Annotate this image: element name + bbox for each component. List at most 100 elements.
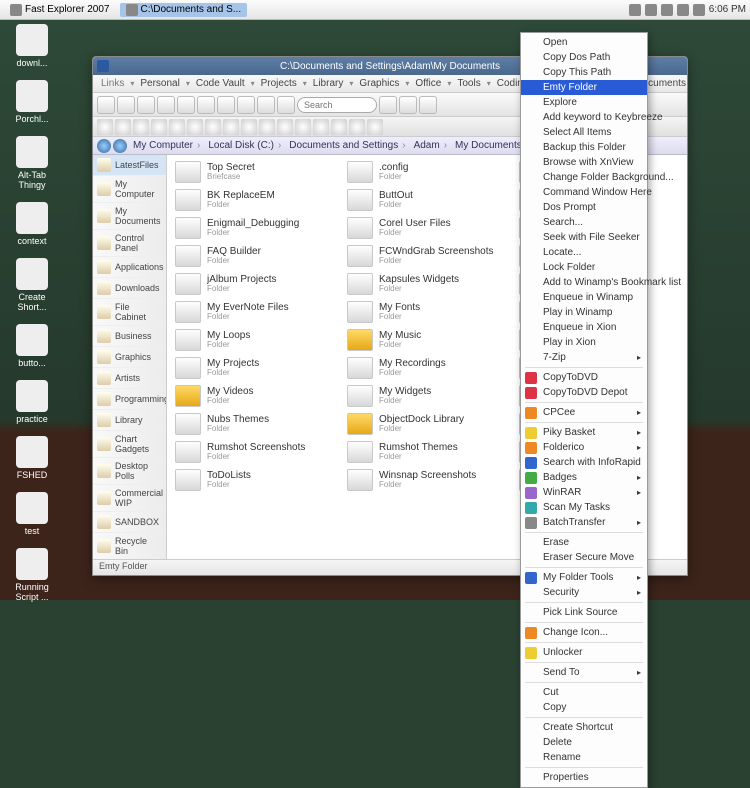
tool-icon[interactable]	[295, 119, 311, 135]
tool-icon[interactable]	[115, 119, 131, 135]
desktop-icon[interactable]: practice	[4, 380, 60, 424]
breadcrumb-item[interactable]: Local Disk (C:)	[204, 140, 285, 151]
tray-icon[interactable]	[677, 4, 689, 16]
sidebar-item[interactable]: Business	[93, 326, 166, 347]
taskbar-app[interactable]: C:\Documents and S...	[120, 3, 248, 17]
context-menu-item[interactable]: Emty Folder	[521, 80, 647, 95]
sidebar-item[interactable]: File Cabinet	[93, 299, 166, 326]
folder-item[interactable]: Rumshot ThemesFolder	[345, 439, 509, 465]
folder-item[interactable]: Kapsules WidgetsFolder	[345, 271, 509, 297]
context-menu-item[interactable]: BatchTransfer	[521, 515, 647, 530]
sidebar-item[interactable]: SANDBOX	[93, 512, 166, 533]
context-menu-item[interactable]: Search...	[521, 215, 647, 230]
tool-icon[interactable]	[241, 119, 257, 135]
context-menu-item[interactable]: Dos Prompt	[521, 200, 647, 215]
context-menu-item[interactable]: Explore	[521, 95, 647, 110]
folder-item[interactable]: .configFolder	[345, 159, 509, 185]
sidebar-item[interactable]: Control Panel	[93, 230, 166, 257]
context-menu-item[interactable]: 7-Zip	[521, 350, 647, 365]
context-menu-item[interactable]: Eraser Secure Move	[521, 550, 647, 565]
tray-icon[interactable]	[693, 4, 705, 16]
folder-item[interactable]: BK ReplaceEMFolder	[173, 187, 337, 213]
folder-item[interactable]: jAlbum ProjectsFolder	[173, 271, 337, 297]
toolbar-button[interactable]	[217, 96, 235, 114]
folder-item[interactable]: My MusicFolder	[345, 327, 509, 353]
toolbar-button[interactable]	[177, 96, 195, 114]
desktop-icon[interactable]: Running Script ...	[4, 548, 60, 602]
context-menu-item[interactable]: Add to Winamp's Bookmark list	[521, 275, 647, 290]
toolbar-button[interactable]	[379, 96, 397, 114]
tool-icon[interactable]	[223, 119, 239, 135]
tool-icon[interactable]	[277, 119, 293, 135]
context-menu-item[interactable]: Select All Items	[521, 125, 647, 140]
context-menu-item[interactable]: My Folder Tools	[521, 570, 647, 585]
context-menu-item[interactable]: CopyToDVD Depot	[521, 385, 647, 400]
folder-item[interactable]: Top SecretBriefcase	[173, 159, 337, 185]
tool-icon[interactable]	[151, 119, 167, 135]
desktop-icon[interactable]: Porchl...	[4, 80, 60, 124]
tool-icon[interactable]	[97, 119, 113, 135]
tool-icon[interactable]	[259, 119, 275, 135]
desktop-icon[interactable]: Create Short...	[4, 258, 60, 312]
folder-item[interactable]: My EverNote FilesFolder	[173, 299, 337, 325]
desktop-icon[interactable]: butto...	[4, 324, 60, 368]
context-menu-item[interactable]: Enqueue in Winamp	[521, 290, 647, 305]
context-menu-item[interactable]: Pick Link Source	[521, 605, 647, 620]
folder-item[interactable]: Corel User FilesFolder	[345, 215, 509, 241]
context-menu-item[interactable]: Copy This Path	[521, 65, 647, 80]
tool-icon[interactable]	[367, 119, 383, 135]
sidebar-item[interactable]: My Documents	[93, 203, 166, 230]
desktop-icon[interactable]: context	[4, 202, 60, 246]
context-menu-item[interactable]: WinRAR	[521, 485, 647, 500]
sidebar-item[interactable]: Chart Gadgets	[93, 431, 166, 458]
context-menu-item[interactable]: Cut	[521, 685, 647, 700]
desktop-icon[interactable]: Alt-Tab Thingy	[4, 136, 60, 190]
tool-icon[interactable]	[133, 119, 149, 135]
sidebar-item[interactable]: Programming	[93, 389, 166, 410]
context-menu-item[interactable]: Erase	[521, 535, 647, 550]
context-menu-item[interactable]: Delete	[521, 735, 647, 750]
toolbar-button[interactable]	[137, 96, 155, 114]
nav-forward-button[interactable]	[113, 139, 127, 153]
toolbar-button[interactable]	[277, 96, 295, 114]
tool-icon[interactable]	[331, 119, 347, 135]
context-menu-item[interactable]: Copy Dos Path	[521, 50, 647, 65]
folder-item[interactable]: My VideosFolder	[173, 383, 337, 409]
context-menu-item[interactable]: Folderico	[521, 440, 647, 455]
linkbar-item[interactable]: Library	[309, 78, 348, 89]
context-menu-item[interactable]: Send To	[521, 665, 647, 680]
sidebar-item[interactable]: Downloads	[93, 278, 166, 299]
folder-item[interactable]: My WidgetsFolder	[345, 383, 509, 409]
context-menu-item[interactable]: Rename	[521, 750, 647, 765]
breadcrumb-item[interactable]: My Computer	[129, 140, 204, 151]
tray-icon[interactable]	[629, 4, 641, 16]
linkbar-item[interactable]: Tools	[453, 78, 484, 89]
folder-item[interactable]: FAQ BuilderFolder	[173, 243, 337, 269]
context-menu-item[interactable]: Search with InfoRapid	[521, 455, 647, 470]
folder-item[interactable]: Winsnap ScreenshotsFolder	[345, 467, 509, 493]
sidebar-item[interactable]: Recycle Bin	[93, 533, 166, 559]
linkbar-item[interactable]: Graphics	[355, 78, 403, 89]
context-menu-item[interactable]: Scan My Tasks	[521, 500, 647, 515]
toolbar-button[interactable]	[257, 96, 275, 114]
context-menu-item[interactable]: Change Folder Background...	[521, 170, 647, 185]
context-menu-item[interactable]: Unlocker	[521, 645, 647, 660]
context-menu-item[interactable]: Add keyword to Keybreeze	[521, 110, 647, 125]
linkbar-item[interactable]: Projects	[257, 78, 301, 89]
folder-item[interactable]: ButtOutFolder	[345, 187, 509, 213]
context-menu-item[interactable]: Command Window Here	[521, 185, 647, 200]
context-menu-item[interactable]: Lock Folder	[521, 260, 647, 275]
nav-back-button[interactable]	[97, 139, 111, 153]
context-menu-item[interactable]: CopyToDVD	[521, 370, 647, 385]
search-input[interactable]	[297, 97, 377, 113]
folder-item[interactable]: My FontsFolder	[345, 299, 509, 325]
context-menu-item[interactable]: Seek with File Seeker	[521, 230, 647, 245]
linkbar-item[interactable]: Links	[97, 78, 128, 89]
context-menu-item[interactable]: Create Shortcut	[521, 720, 647, 735]
desktop-icon[interactable]: downl...	[4, 24, 60, 68]
tool-icon[interactable]	[169, 119, 185, 135]
breadcrumb-item[interactable]: Adam	[410, 140, 451, 151]
toolbar-button[interactable]	[157, 96, 175, 114]
desktop-icon[interactable]: test	[4, 492, 60, 536]
context-menu-item[interactable]: Enqueue in Xion	[521, 320, 647, 335]
